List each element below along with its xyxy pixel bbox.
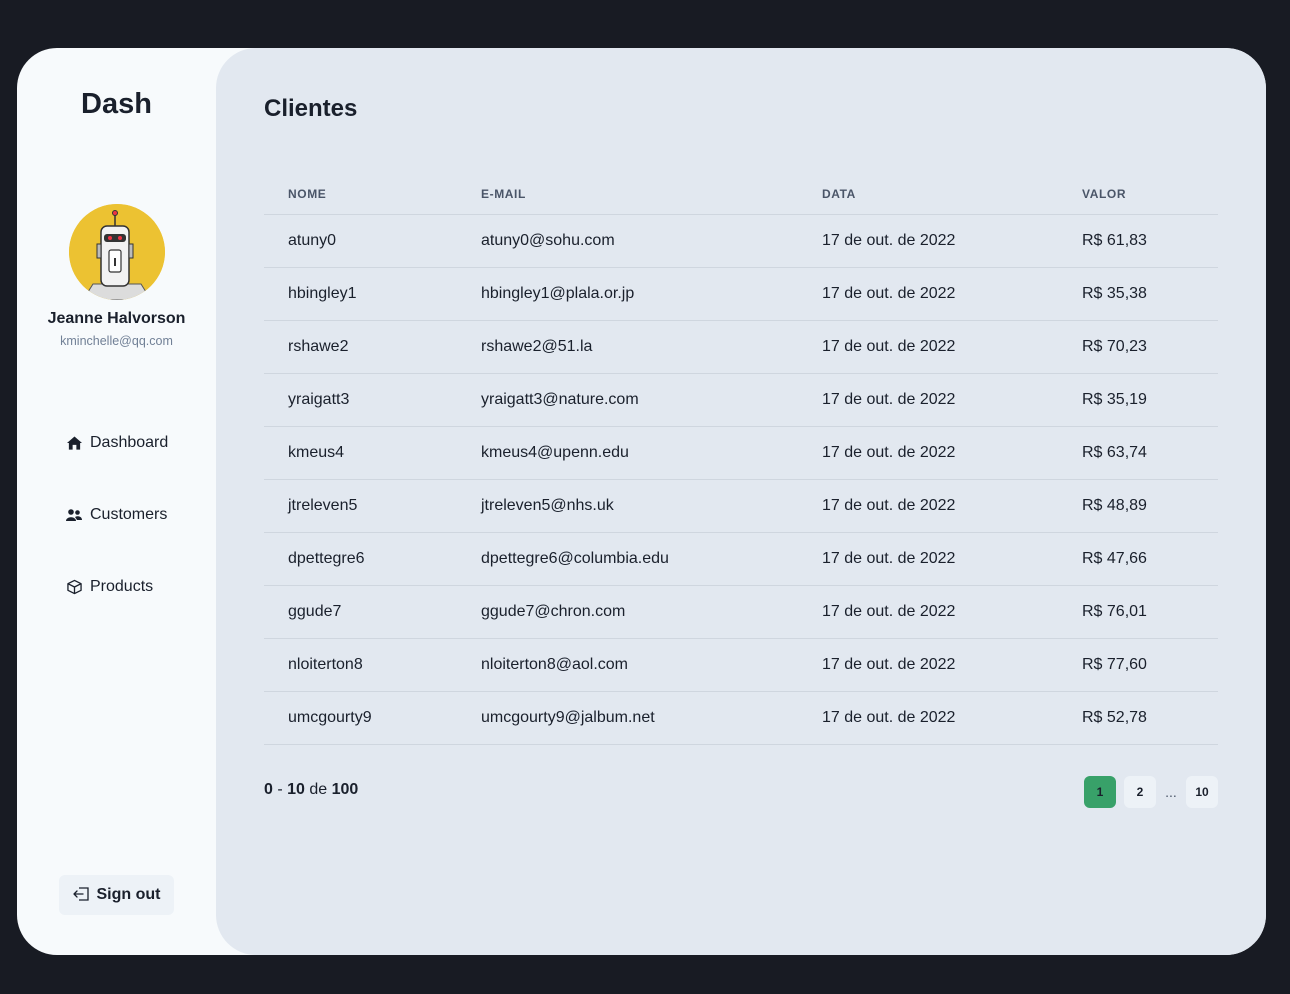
cell-data: 17 de out. de 2022	[798, 214, 1058, 268]
cell-nome: nloiterton8	[264, 638, 457, 692]
user-name: Jeanne Halvorson	[47, 310, 186, 327]
column-header-email[interactable]: E-MAIL	[457, 174, 798, 215]
avatar	[69, 204, 165, 300]
cell-data: 17 de out. de 2022	[798, 267, 1058, 321]
app-window: Dash Jeanne Halvorson kminchelle@qq.com	[17, 48, 1266, 955]
pagination-ellipsis: ...	[1165, 784, 1177, 800]
cell-email: dpettegre6@columbia.edu	[457, 532, 798, 586]
cell-data: 17 de out. de 2022	[798, 638, 1058, 692]
cell-valor: R$ 35,38	[1058, 267, 1218, 321]
cell-data: 17 de out. de 2022	[798, 585, 1058, 639]
app-logo: Dash	[81, 88, 152, 120]
cell-valor: R$ 35,19	[1058, 373, 1218, 427]
nav-item-label: Dashboard	[90, 434, 169, 451]
column-header-valor[interactable]: VALOR	[1058, 174, 1218, 215]
nav-item-label: Customers	[90, 506, 168, 523]
table-row[interactable]: yraigatt3 yraigatt3@nature.com 17 de out…	[264, 373, 1218, 427]
table-row[interactable]: nloiterton8 nloiterton8@aol.com 17 de ou…	[264, 638, 1218, 692]
pagination: 1 2 ... 10	[1084, 776, 1218, 808]
table-row[interactable]: rshawe2 rshawe2@51.la 17 de out. de 2022…	[264, 320, 1218, 374]
cell-valor: R$ 47,66	[1058, 532, 1218, 586]
cell-email: jtreleven5@nhs.uk	[457, 479, 798, 533]
cell-nome: hbingley1	[264, 267, 457, 321]
sidebar: Dash Jeanne Halvorson kminchelle@qq.com	[17, 48, 216, 955]
cell-email: yraigatt3@nature.com	[457, 373, 798, 427]
nav-item-customers[interactable]: Customers	[66, 503, 167, 527]
summary-to: 10	[287, 781, 305, 798]
table-row[interactable]: hbingley1 hbingley1@plala.or.jp 17 de ou…	[264, 267, 1218, 321]
cell-nome: ggude7	[264, 585, 457, 639]
cell-email: kmeus4@upenn.edu	[457, 426, 798, 480]
cell-valor: R$ 48,89	[1058, 479, 1218, 533]
cell-data: 17 de out. de 2022	[798, 479, 1058, 533]
page-button-1[interactable]: 1	[1084, 776, 1116, 808]
page-button-10[interactable]: 10	[1186, 776, 1218, 808]
column-header-data[interactable]: DATA	[798, 174, 1058, 215]
users-icon	[66, 507, 82, 523]
summary-of: de	[304, 781, 332, 798]
cell-valor: R$ 70,23	[1058, 320, 1218, 374]
pagination-summary: 0 - 10 de 100	[264, 781, 358, 799]
cell-nome: kmeus4	[264, 426, 457, 480]
cube-icon	[66, 579, 82, 595]
cell-data: 17 de out. de 2022	[798, 373, 1058, 427]
cell-valor: R$ 61,83	[1058, 214, 1218, 268]
cell-nome: umcgourty9	[264, 691, 457, 745]
main-content: Clientes NOME E-MAIL DATA VALOR atuny0 a…	[216, 48, 1266, 955]
cell-valor: R$ 52,78	[1058, 691, 1218, 745]
cell-data: 17 de out. de 2022	[798, 426, 1058, 480]
home-icon	[66, 435, 82, 451]
cell-nome: yraigatt3	[264, 373, 457, 427]
cell-nome: jtreleven5	[264, 479, 457, 533]
cell-valor: R$ 76,01	[1058, 585, 1218, 639]
cell-valor: R$ 77,60	[1058, 638, 1218, 692]
cell-email: nloiterton8@aol.com	[457, 638, 798, 692]
robot-avatar-icon	[69, 204, 165, 300]
cell-email: hbingley1@plala.or.jp	[457, 267, 798, 321]
table-row[interactable]: ggude7 ggude7@chron.com 17 de out. de 20…	[264, 585, 1218, 639]
summary-from: 0	[264, 781, 273, 798]
nav-item-dashboard[interactable]: Dashboard	[66, 431, 168, 455]
cell-nome: dpettegre6	[264, 532, 457, 586]
user-email: kminchelle@qq.com	[60, 334, 173, 348]
summary-total: 100	[331, 781, 359, 798]
clients-table: NOME E-MAIL DATA VALOR atuny0 atuny0@soh…	[264, 174, 1218, 745]
page-title: Clientes	[264, 95, 358, 122]
cell-nome: atuny0	[264, 214, 457, 268]
page-button-2[interactable]: 2	[1124, 776, 1156, 808]
sign-out-button[interactable]: Sign out	[59, 875, 174, 915]
nav-item-label: Products	[90, 578, 154, 595]
column-header-nome[interactable]: NOME	[264, 174, 457, 215]
cell-data: 17 de out. de 2022	[798, 320, 1058, 374]
cell-email: rshawe2@51.la	[457, 320, 798, 374]
table-header-row: NOME E-MAIL DATA VALOR	[264, 174, 1218, 215]
nav-item-products[interactable]: Products	[66, 575, 153, 599]
table-row[interactable]: jtreleven5 jtreleven5@nhs.uk 17 de out. …	[264, 479, 1218, 533]
sign-out-label: Sign out	[96, 886, 161, 903]
cell-email: ggude7@chron.com	[457, 585, 798, 639]
cell-data: 17 de out. de 2022	[798, 691, 1058, 745]
table-row[interactable]: umcgourty9 umcgourty9@jalbum.net 17 de o…	[264, 691, 1218, 745]
cell-nome: rshawe2	[264, 320, 457, 374]
sign-out-icon	[72, 887, 89, 903]
cell-email: atuny0@sohu.com	[457, 214, 798, 268]
cell-email: umcgourty9@jalbum.net	[457, 691, 798, 745]
table-row[interactable]: kmeus4 kmeus4@upenn.edu 17 de out. de 20…	[264, 426, 1218, 480]
cell-valor: R$ 63,74	[1058, 426, 1218, 480]
cell-data: 17 de out. de 2022	[798, 532, 1058, 586]
table-row[interactable]: atuny0 atuny0@sohu.com 17 de out. de 202…	[264, 214, 1218, 268]
summary-dash: -	[272, 781, 288, 798]
table-row[interactable]: dpettegre6 dpettegre6@columbia.edu 17 de…	[264, 532, 1218, 586]
